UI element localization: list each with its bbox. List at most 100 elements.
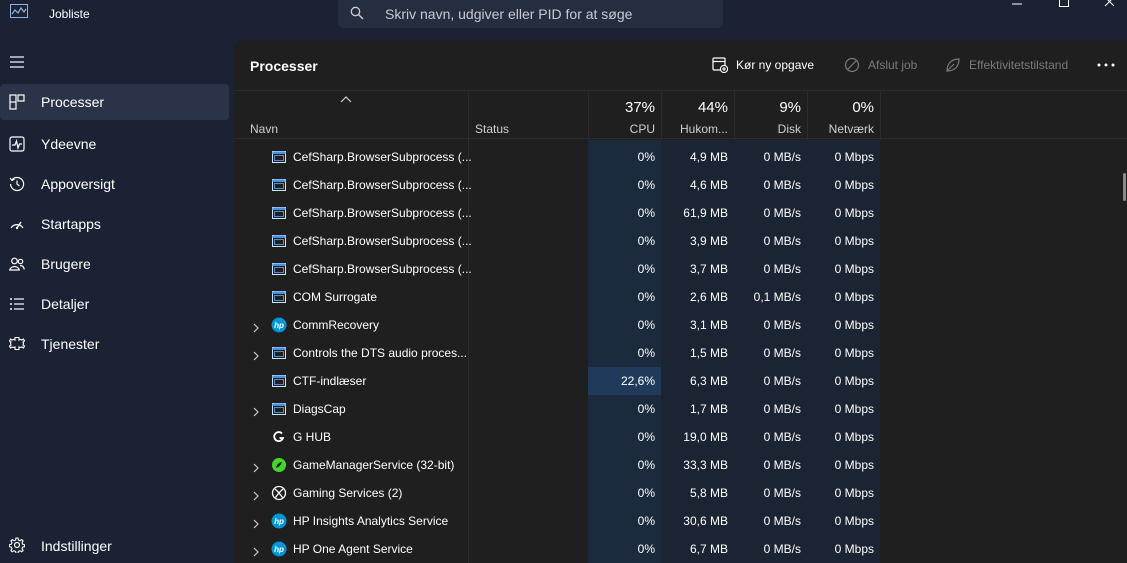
cpu-value: 0% bbox=[637, 150, 655, 164]
disk-value: 0 MB/s bbox=[763, 318, 801, 332]
column-header-cpu[interactable]: 37% CPU bbox=[588, 91, 661, 140]
memory-value: 33,3 MB bbox=[683, 458, 728, 472]
disk-percent: 9% bbox=[779, 99, 801, 116]
table-row[interactable]: hp HP Insights Analytics Service 0% 30,6 MB… bbox=[234, 507, 1127, 535]
chevron-right-icon[interactable] bbox=[252, 348, 260, 361]
hp-logo-icon: hp bbox=[271, 541, 287, 557]
process-name: CommRecovery bbox=[293, 318, 380, 332]
sidebar-item-services[interactable]: Tjenester bbox=[0, 324, 230, 364]
network-value: 0 Mbps bbox=[834, 374, 874, 388]
network-value: 0 Mbps bbox=[834, 262, 874, 276]
network-value: 0 Mbps bbox=[834, 178, 874, 192]
table-row[interactable]: G HUB 0% 19,0 MB 0 MB/s 0 Mbps bbox=[234, 423, 1127, 451]
xbox-icon bbox=[271, 485, 287, 501]
maximize-icon bbox=[1059, 0, 1069, 7]
sidebar-item-settings[interactable]: Indstillinger bbox=[0, 530, 230, 562]
disk-value: 0 MB/s bbox=[763, 430, 801, 444]
app-window-icon bbox=[271, 149, 287, 165]
sidebar-item-users[interactable]: Brugere bbox=[0, 244, 230, 284]
sidebar-item-processes[interactable]: Processer bbox=[0, 84, 229, 120]
minimize-button[interactable] bbox=[994, 0, 1040, 14]
sort-ascending-icon bbox=[340, 96, 352, 103]
cpu-value: 0% bbox=[637, 290, 655, 304]
chevron-right-icon[interactable] bbox=[252, 460, 260, 473]
cpu-value: 22,6% bbox=[620, 374, 655, 388]
table-row[interactable]: COM Surrogate 0% 2,6 MB 0,1 MB/s 0 Mbps bbox=[234, 283, 1127, 311]
table-row[interactable]: hp HP One Agent Service 0% 6,7 MB 0 MB/s 0 Mb… bbox=[234, 535, 1127, 563]
process-list: CefSharp.BrowserSubprocess (... 0% 4,9 MB 0… bbox=[234, 143, 1127, 563]
search-input[interactable]: Skriv navn, udgiver eller PID for at søg… bbox=[338, 0, 723, 28]
maximize-button[interactable] bbox=[1040, 0, 1086, 14]
memory-label: Hukom... bbox=[679, 122, 728, 136]
end-task-icon bbox=[844, 57, 860, 73]
memory-value: 4,9 MB bbox=[689, 150, 728, 164]
chevron-right-icon[interactable] bbox=[252, 544, 260, 557]
sidebar-item-startup-apps[interactable]: Startapps bbox=[0, 204, 230, 244]
column-header-memory[interactable]: 44% Hukom... bbox=[661, 91, 734, 140]
services-icon bbox=[9, 336, 25, 351]
memory-value: 6,7 MB bbox=[689, 542, 728, 556]
network-value: 0 Mbps bbox=[834, 430, 874, 444]
column-divider[interactable] bbox=[468, 91, 469, 140]
table-row[interactable]: Controls the DTS audio proces... 0% 1,5 MB… bbox=[234, 339, 1127, 367]
network-value: 0 Mbps bbox=[834, 206, 874, 220]
column-header-name[interactable]: Navn bbox=[250, 122, 278, 136]
memory-value: 30,6 MB bbox=[683, 514, 728, 528]
table-row[interactable]: GameManagerService (32-bit) 0% 33,3 MB 0 MB… bbox=[234, 451, 1127, 479]
disk-value: 0 MB/s bbox=[763, 346, 801, 360]
process-name: G HUB bbox=[293, 430, 332, 444]
cpu-value: 0% bbox=[637, 318, 655, 332]
hamburger-menu-icon[interactable] bbox=[10, 56, 24, 68]
memory-value: 1,7 MB bbox=[689, 402, 728, 416]
table-row[interactable]: Gaming Services (2) 0% 5,8 MB 0 MB/s 0 Mbps bbox=[234, 479, 1127, 507]
chevron-right-icon[interactable] bbox=[252, 404, 260, 417]
run-new-task-button[interactable]: Kør ny opgave bbox=[712, 56, 814, 74]
sidebar-item-label: Ydeevne bbox=[41, 136, 97, 152]
end-task-button[interactable]: Afslut job bbox=[844, 56, 917, 74]
app-window-icon bbox=[271, 205, 287, 221]
column-header-network[interactable]: 0% Netværk bbox=[807, 91, 880, 140]
app-history-icon bbox=[9, 176, 25, 192]
memory-value: 3,7 MB bbox=[689, 262, 728, 276]
table-row[interactable]: CefSharp.BrowserSubprocess (... 0% 4,6 MB 0… bbox=[234, 171, 1127, 199]
table-row[interactable]: CefSharp.BrowserSubprocess (... 0% 61,9 MB… bbox=[234, 199, 1127, 227]
chevron-right-icon[interactable] bbox=[252, 320, 260, 333]
table-row[interactable]: hp CommRecovery 0% 3,1 MB 0 MB/s 0 Mbps bbox=[234, 311, 1127, 339]
razer-icon bbox=[271, 457, 287, 473]
sidebar-nav: Processer Ydeevne Appoversigt Startapps bbox=[0, 84, 230, 364]
sidebar-item-app-history[interactable]: Appoversigt bbox=[0, 164, 230, 204]
process-name: CefSharp.BrowserSubprocess (... bbox=[293, 150, 472, 164]
run-new-task-label: Kør ny opgave bbox=[736, 58, 815, 72]
column-divider[interactable] bbox=[880, 91, 881, 140]
chevron-right-icon[interactable] bbox=[252, 516, 260, 529]
disk-value: 0,1 MB/s bbox=[753, 290, 801, 304]
cpu-value: 0% bbox=[637, 542, 655, 556]
table-row[interactable]: CefSharp.BrowserSubprocess (... 0% 3,7 MB 0… bbox=[234, 255, 1127, 283]
network-value: 0 Mbps bbox=[834, 346, 874, 360]
table-row[interactable]: DiagsCap 0% 1,7 MB 0 MB/s 0 Mbps bbox=[234, 395, 1127, 423]
column-header-status[interactable]: Status bbox=[475, 122, 509, 136]
table-row[interactable]: CefSharp.BrowserSubprocess (... 0% 3,9 MB 0… bbox=[234, 227, 1127, 255]
column-header-disk[interactable]: 9% Disk bbox=[734, 91, 807, 140]
efficiency-mode-button[interactable]: Effektivitetstilstand bbox=[945, 56, 1068, 74]
cpu-value: 0% bbox=[637, 430, 655, 444]
minimize-icon bbox=[1012, 3, 1022, 5]
close-button[interactable] bbox=[1086, 0, 1127, 14]
scrollbar-thumb[interactable] bbox=[1123, 173, 1126, 201]
app-title: Jobliste bbox=[49, 7, 90, 21]
sidebar-item-details[interactable]: Detaljer bbox=[0, 284, 230, 324]
network-value: 0 Mbps bbox=[834, 234, 874, 248]
table-row[interactable]: CTF-indlæser 22,6% 6,3 MB 0 MB/s 0 Mbps bbox=[234, 367, 1127, 395]
more-options-icon[interactable] bbox=[1096, 57, 1116, 73]
users-icon bbox=[9, 257, 25, 271]
sidebar-item-performance[interactable]: Ydeevne bbox=[0, 124, 230, 164]
gear-icon bbox=[9, 537, 25, 553]
cpu-value: 0% bbox=[637, 458, 655, 472]
network-value: 0 Mbps bbox=[834, 542, 874, 556]
network-value: 0 Mbps bbox=[834, 318, 874, 332]
table-row[interactable]: CefSharp.BrowserSubprocess (... 0% 4,9 MB 0… bbox=[234, 143, 1127, 171]
memory-value: 19,0 MB bbox=[683, 430, 728, 444]
chevron-right-icon[interactable] bbox=[252, 488, 260, 501]
page-title: Processer bbox=[250, 58, 318, 74]
logitech-g-icon bbox=[271, 429, 287, 445]
